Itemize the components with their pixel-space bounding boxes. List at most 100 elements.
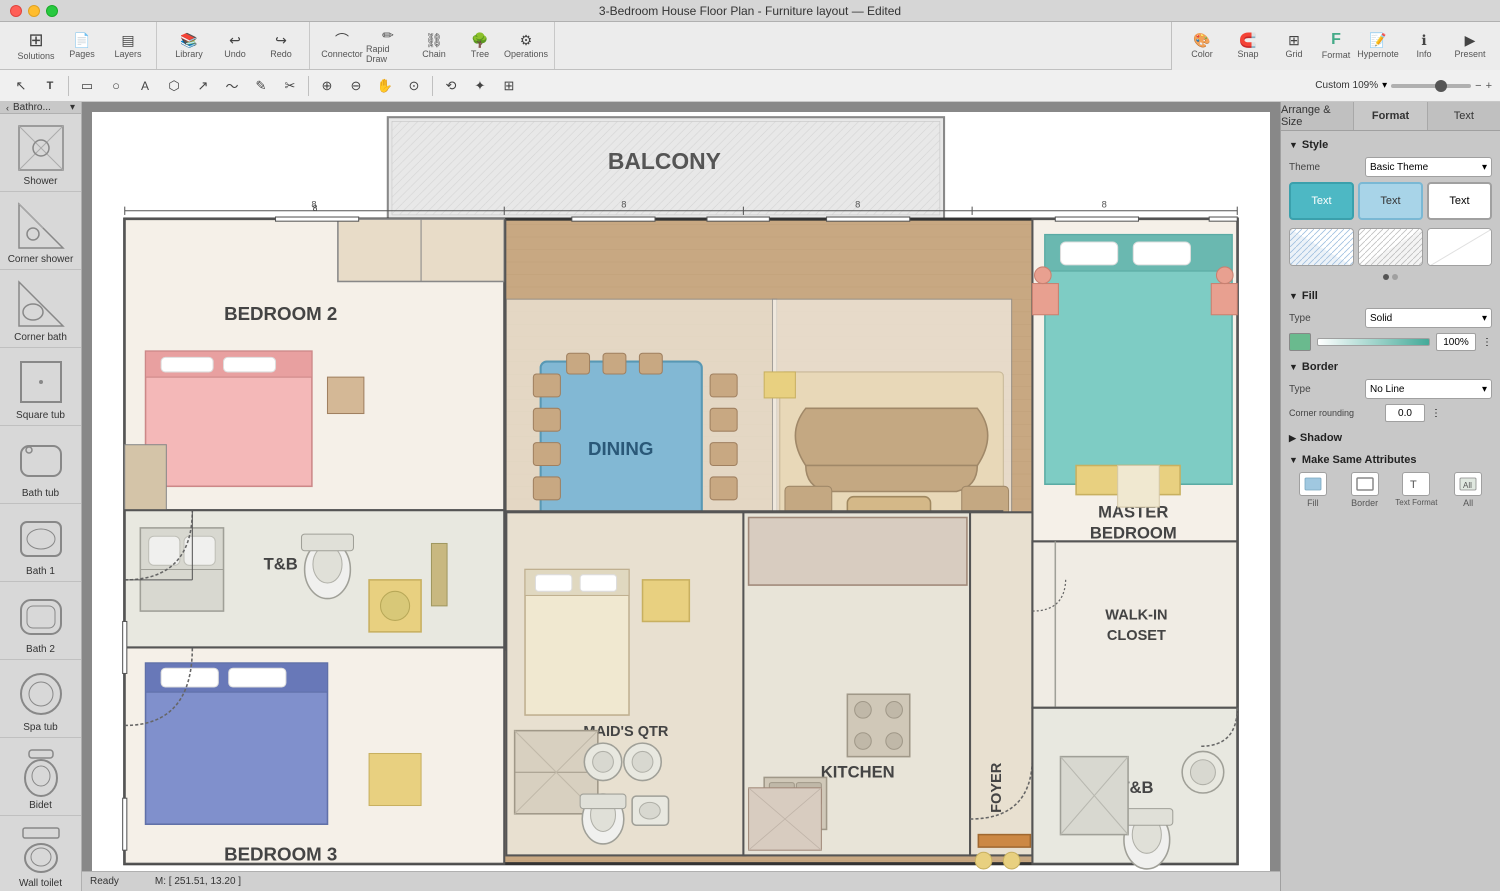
coordinates-display: M: [ 251.51, 13.20 ] (155, 876, 241, 887)
library-button[interactable]: 📚 Library (167, 26, 211, 66)
connector-button[interactable]: ⌒ Connector (320, 26, 364, 66)
select-tool[interactable]: ↖ (8, 74, 34, 98)
attr-fill[interactable]: Fill (1289, 472, 1337, 508)
polygon-tool[interactable]: ⬡ (161, 74, 187, 98)
style-collapse-icon[interactable]: ▼ (1289, 140, 1298, 150)
rapid-draw-button[interactable]: ✏ Rapid Draw (366, 26, 410, 66)
dot-1[interactable] (1383, 274, 1389, 280)
sidebar-item-shower[interactable]: Shower (0, 114, 81, 192)
sub-style-2[interactable] (1358, 228, 1423, 266)
format-button[interactable]: F Format (1318, 26, 1354, 66)
rect-tool[interactable]: ▭ (74, 74, 100, 98)
svg-text:BEDROOM: BEDROOM (1090, 523, 1177, 542)
hypernote-button[interactable]: 📝 Hypernote (1356, 26, 1400, 66)
canvas-area[interactable]: BALCONY BEDROOM 2 (82, 102, 1280, 891)
floor-plan-svg: BALCONY BEDROOM 2 (92, 112, 1270, 871)
zoom-dropdown-icon[interactable]: ▾ (1382, 80, 1387, 91)
border-label: Border (1302, 361, 1338, 373)
color-button[interactable]: 🎨 Color (1180, 26, 1224, 66)
pen-tool[interactable]: ✎ (248, 74, 274, 98)
shower-icon (15, 122, 67, 174)
ellipse-tool[interactable]: ○ (103, 74, 129, 98)
sidebar-item-corner-bath[interactable]: Corner bath (0, 270, 81, 348)
corner-rounding-input[interactable]: 0.0 (1385, 404, 1425, 422)
text2-tool[interactable]: A (132, 74, 158, 98)
zoom-region-tool[interactable]: ⊖ (343, 74, 369, 98)
maximize-button[interactable] (46, 5, 58, 17)
sub-style-1[interactable] (1289, 228, 1354, 266)
fill-color-swatch[interactable] (1289, 333, 1311, 351)
border-collapse-icon[interactable]: ▼ (1289, 362, 1298, 372)
point-tool[interactable]: ⊙ (401, 74, 427, 98)
info-button[interactable]: ℹ Info (1402, 26, 1446, 66)
spa-tub-icon (15, 668, 67, 720)
panel-tabs: Arrange & Size Format Text (1281, 102, 1500, 131)
sidebar-item-corner-shower[interactable]: Corner shower (0, 192, 81, 270)
tab-arrange-size[interactable]: Arrange & Size (1281, 102, 1354, 130)
fill-collapse-icon[interactable]: ▼ (1289, 291, 1298, 301)
corner-rounding-stepper[interactable]: ⋮ (1431, 408, 1441, 419)
shadow-expand-icon[interactable]: ▶ (1289, 433, 1296, 444)
text-style-light-blue[interactable]: Text (1358, 182, 1423, 220)
tab-format[interactable]: Format (1354, 102, 1427, 130)
theme-select[interactable]: Basic Theme ▾ (1365, 157, 1492, 177)
hand-tool[interactable]: ✋ (372, 74, 398, 98)
pages-button[interactable]: 📄 Pages (60, 26, 104, 66)
border-type-select[interactable]: No Line ▾ (1365, 379, 1492, 399)
present-button[interactable]: ▶ Present (1448, 26, 1492, 66)
operations-button[interactable]: ⚙ Operations (504, 26, 548, 66)
minimize-button[interactable] (28, 5, 40, 17)
line-tool[interactable]: ↗ (190, 74, 216, 98)
sidebar-item-wall-toilet[interactable]: Wall toilet (0, 816, 81, 891)
sidebar-item-spa-tub[interactable]: Spa tub (0, 660, 81, 738)
tab-text[interactable]: Text (1428, 102, 1500, 130)
toolbar-top: ⊞ Solutions 📄 Pages ▤ Layers 📚 Library ↩… (0, 22, 1500, 70)
grid-button[interactable]: ⊞ Grid (1272, 26, 1316, 66)
fill-label: Fill (1302, 290, 1318, 302)
attr-all[interactable]: All All (1444, 472, 1492, 508)
undo-button[interactable]: ↩ Undo (213, 26, 257, 66)
redo-button[interactable]: ↪ Redo (259, 26, 303, 66)
zoom-slider[interactable] (1391, 84, 1471, 88)
sidebar-item-bath-tub[interactable]: Bath tub (0, 426, 81, 504)
cut-tool[interactable]: ✂ (277, 74, 303, 98)
layers-button[interactable]: ▤ Layers (106, 26, 150, 66)
fill-opacity-stepper[interactable]: ⋮ (1482, 337, 1492, 348)
tree-button[interactable]: 🌳 Tree (458, 26, 502, 66)
dot-2[interactable] (1392, 274, 1398, 280)
snap-button[interactable]: 🧲 Snap (1226, 26, 1270, 66)
make-same-collapse-icon[interactable]: ▼ (1289, 455, 1298, 465)
close-button[interactable] (10, 5, 22, 17)
toolbar-solutions-group: ⊞ Solutions 📄 Pages ▤ Layers (8, 22, 157, 69)
sidebar-item-bath-1[interactable]: Bath 1 (0, 504, 81, 582)
attr-border[interactable]: Border (1341, 472, 1389, 508)
grid2-tool[interactable]: ⊞ (496, 74, 522, 98)
border-type-row: Type No Line ▾ (1289, 379, 1492, 399)
star-tool[interactable]: ✦ (467, 74, 493, 98)
sidebar-back-icon[interactable]: ‹ (6, 103, 9, 113)
text-style-teal[interactable]: Text (1289, 182, 1354, 220)
fill-opacity-value[interactable]: 100% (1436, 333, 1476, 351)
sidebar-item-square-tub[interactable]: Square tub (0, 348, 81, 426)
floor-plan-canvas[interactable]: BALCONY BEDROOM 2 (92, 112, 1270, 871)
sub-style-3[interactable] (1427, 228, 1492, 266)
svg-text:WALK-IN: WALK-IN (1105, 607, 1167, 623)
separator (68, 76, 69, 96)
sidebar-item-bath-2[interactable]: Bath 2 (0, 582, 81, 660)
curve-tool[interactable]: 〜 (219, 74, 245, 98)
chain-button[interactable]: ⛓ Chain (412, 26, 456, 66)
fill-opacity-slider[interactable] (1317, 338, 1430, 346)
fill-type-select[interactable]: Solid ▾ (1365, 308, 1492, 328)
zoom-control: Custom 109% ▾ − + (1315, 80, 1492, 92)
sidebar-item-bidet[interactable]: Bidet (0, 738, 81, 816)
zoom-fit-tool[interactable]: ⊕ (314, 74, 340, 98)
zoom-max-icon: + (1486, 80, 1492, 92)
text-tool[interactable]: T (37, 74, 63, 98)
sidebar-category-dropdown[interactable]: Bathro... ▾ (13, 102, 75, 113)
attr-all-icon: All (1454, 472, 1482, 496)
zoom-thumb[interactable] (1435, 80, 1447, 92)
solutions-button[interactable]: ⊞ Solutions (14, 26, 58, 66)
more-tool[interactable]: ⟲ (438, 74, 464, 98)
text-style-outline[interactable]: Text (1427, 182, 1492, 220)
attr-text-format[interactable]: T Text Format (1393, 472, 1441, 508)
